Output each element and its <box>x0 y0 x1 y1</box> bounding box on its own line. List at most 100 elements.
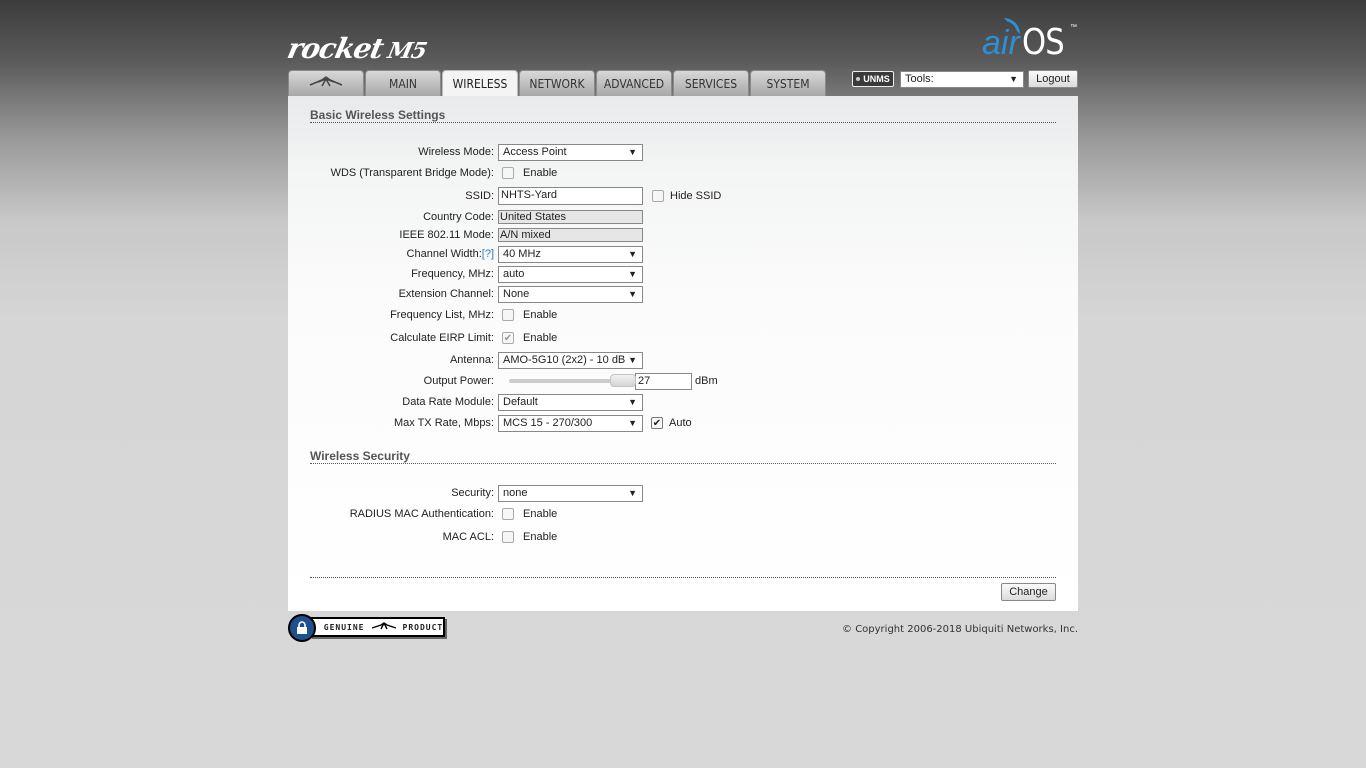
frequency-list-enable-checkbox[interactable] <box>502 309 514 321</box>
tools-value: Tools: <box>905 72 934 85</box>
settings-panel: Basic Wireless Settings Wireless Mode: A… <box>288 96 1078 611</box>
antenna-label: Antenna: <box>449 354 494 366</box>
security-field: none ▼ <box>498 484 643 502</box>
dropdown-arrow-icon: ▼ <box>1009 73 1018 84</box>
data-rate-module-value: Default <box>503 395 538 408</box>
wds-enable-label: Enable <box>523 167 558 179</box>
country-code-label: Country Code: <box>423 211 494 223</box>
radius-mac-row: RADIUS MAC Authentication: Enable <box>288 506 1078 522</box>
hide-ssid-checkbox[interactable] <box>652 190 664 202</box>
ieee-mode-field: A/N mixed <box>498 228 643 242</box>
output-power-slider-handle[interactable] <box>610 374 637 387</box>
frequency-select[interactable]: auto ▼ <box>498 265 643 283</box>
genuine-text: GENUINE <box>323 622 365 632</box>
channel-width-select[interactable]: 40 MHz ▼ <box>498 245 643 263</box>
tab-network-label: NETWORK <box>529 76 585 91</box>
channel-width-label: Channel Width:[?] <box>274 248 494 260</box>
channel-width-field: 40 MHz ▼ <box>498 245 643 263</box>
data-rate-module-label: Data Rate Module: <box>402 396 494 408</box>
radius-mac-enable-checkbox[interactable] <box>502 508 514 520</box>
unms-status-icon <box>856 77 861 81</box>
wireless-mode-select[interactable]: Access Point ▼ <box>498 143 643 161</box>
frequency-list-label: Frequency List, MHz: <box>390 309 494 321</box>
ubiquiti-logo-icon <box>308 75 344 92</box>
ieee-mode-row: IEEE 802.11 Mode: A/N mixed <box>288 227 1078 243</box>
frequency-label: Frequency, MHz: <box>411 268 494 280</box>
basic-wireless-settings-title: Basic Wireless Settings <box>310 108 1056 123</box>
tab-services[interactable]: SERVICES <box>673 70 749 96</box>
toolbar: UNMS Tools: ▼ Logout <box>852 70 1078 88</box>
extension-channel-select[interactable]: None ▼ <box>498 285 643 303</box>
security-select[interactable]: none ▼ <box>498 484 643 502</box>
eirp-enable-label: Enable <box>523 332 558 344</box>
airos-logo: air OS ™ <box>982 18 1078 63</box>
antenna-select[interactable]: AMO-5G10 (2x2) - 10 dB ▼ <box>498 351 643 369</box>
channel-width-label-text: Channel Width: <box>406 248 482 260</box>
output-power-field: 27 dBm <box>498 372 718 390</box>
frequency-list-enable-label: Enable <box>523 309 558 321</box>
frequency-list-field: Enable <box>498 309 557 321</box>
tab-main[interactable]: MAIN <box>365 70 441 96</box>
output-power-label: Output Power: <box>423 375 494 387</box>
bottom-divider <box>310 577 1056 578</box>
rocket-m5-logo: rocketM5 <box>284 32 429 65</box>
tab-services-label: SERVICES <box>684 76 738 91</box>
radius-mac-field: Enable <box>498 508 557 520</box>
mac-acl-row: MAC ACL: Enable <box>288 529 1078 545</box>
mac-acl-enable-label: Enable <box>523 531 558 543</box>
unms-button[interactable]: UNMS <box>852 71 894 87</box>
frequency-field: auto ▼ <box>498 265 643 283</box>
mac-acl-enable-checkbox[interactable] <box>502 531 514 543</box>
security-value: none <box>503 486 528 499</box>
tab-ubnt-home[interactable] <box>288 70 364 96</box>
frequency-value: auto <box>503 267 525 280</box>
tab-network[interactable]: NETWORK <box>519 70 595 96</box>
wds-row: WDS (Transparent Bridge Mode): Enable <box>288 165 1078 181</box>
tab-wireless[interactable]: WIRELESS <box>442 70 518 97</box>
max-tx-rate-value: MCS 15 - 270/300 <box>503 416 593 429</box>
dropdown-arrow-icon: ▼ <box>628 417 637 428</box>
dropdown-arrow-icon: ▼ <box>628 487 637 498</box>
wireless-mode-row: Wireless Mode: Access Point ▼ <box>288 143 1078 161</box>
tools-dropdown[interactable]: Tools: ▼ <box>900 70 1024 88</box>
security-row: Security: none ▼ <box>288 484 1078 502</box>
logo-tm-text: ™ <box>1070 24 1077 31</box>
ieee-mode-value: A/N mixed <box>498 228 643 242</box>
extension-channel-row: Extension Channel: None ▼ <box>288 285 1078 303</box>
tab-wireless-label: WIRELESS <box>452 77 508 91</box>
output-power-slider[interactable] <box>509 374 637 387</box>
channel-width-value: 40 MHz <box>503 247 541 260</box>
product-text: PRODUCT <box>402 622 444 632</box>
ssid-input[interactable]: NHTS-Yard <box>498 187 643 205</box>
ubiquiti-small-logo-icon <box>371 622 397 632</box>
device-logo-text: rocket <box>284 32 387 65</box>
channel-width-help-link[interactable]: [?] <box>482 248 494 260</box>
extension-channel-label: Extension Channel: <box>398 288 494 300</box>
max-tx-rate-field: MCS 15 - 270/300 ▼ ✔ Auto <box>498 414 692 432</box>
dropdown-arrow-icon: ▼ <box>628 248 637 259</box>
radius-mac-enable-label: Enable <box>523 508 558 520</box>
antenna-field: AMO-5G10 (2x2) - 10 dB ▼ <box>498 351 643 369</box>
max-tx-rate-row: Max TX Rate, Mbps: MCS 15 - 270/300 ▼ ✔ A… <box>288 414 1078 432</box>
country-code-row: Country Code: United States <box>288 209 1078 225</box>
wds-enable-checkbox[interactable] <box>502 167 514 179</box>
ssid-field: NHTS-Yard Hide SSID <box>498 187 721 205</box>
genuine-product-bar: GENUINE PRODUCT <box>310 617 445 637</box>
wireless-mode-label: Wireless Mode: <box>418 146 494 158</box>
extension-channel-value: None <box>503 287 530 300</box>
eirp-enable-checkbox[interactable]: ✔ <box>502 332 514 344</box>
change-button[interactable]: Change <box>1001 583 1056 601</box>
output-power-row: Output Power: 27 dBm <box>288 372 1078 390</box>
max-tx-auto-checkbox[interactable]: ✔ <box>651 417 663 429</box>
channel-width-row: Channel Width:[?] 40 MHz ▼ <box>288 245 1078 263</box>
output-power-input[interactable]: 27 <box>635 372 692 390</box>
max-tx-rate-select[interactable]: MCS 15 - 270/300 ▼ <box>498 414 643 432</box>
tab-advanced[interactable]: ADVANCED <box>596 70 672 96</box>
dropdown-arrow-icon: ▼ <box>628 268 637 279</box>
tab-system[interactable]: SYSTEM <box>750 70 826 96</box>
data-rate-module-select[interactable]: Default ▼ <box>498 393 643 411</box>
logout-button[interactable]: Logout <box>1028 70 1078 88</box>
output-power-unit: dBm <box>695 375 718 387</box>
genuine-product-badge: GENUINE PRODUCT <box>288 614 446 642</box>
wireless-mode-field: Access Point ▼ <box>498 143 643 161</box>
